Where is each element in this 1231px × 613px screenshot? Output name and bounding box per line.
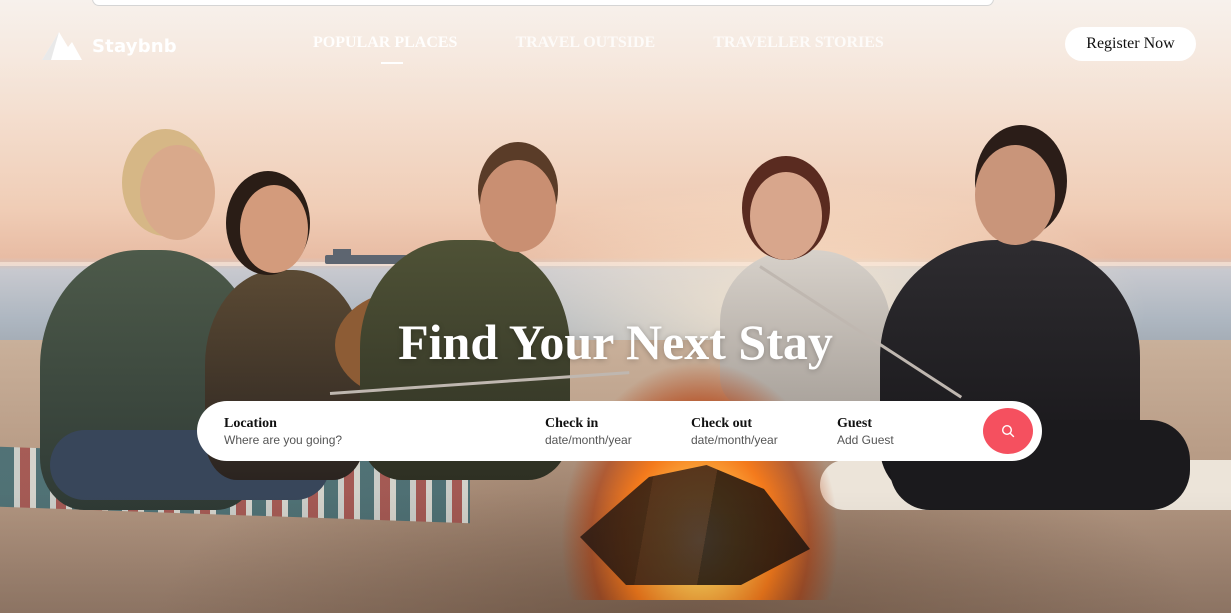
nav-popular-places-label: POPULAR PLACES xyxy=(313,34,458,51)
mountain-logo-icon xyxy=(42,32,82,60)
main-nav: POPULAR PLACES TRAVEL OUTSIDE TRAVELLER … xyxy=(313,34,884,64)
location-label: Location xyxy=(224,416,277,431)
nav-traveller-stories-label: TRAVELLER STORIES xyxy=(713,34,884,51)
browser-url-strip xyxy=(92,0,994,6)
guest-field[interactable]: Guest Add Guest xyxy=(837,416,894,448)
nav-travel-outside[interactable]: TRAVEL OUTSIDE xyxy=(515,34,655,52)
guest-label: Guest xyxy=(837,416,872,431)
check-in-label: Check in xyxy=(545,416,599,431)
check-out-label: Check out xyxy=(691,416,753,431)
search-button[interactable] xyxy=(983,408,1033,454)
search-bar: Location Where are you going? Check in d… xyxy=(197,401,1042,461)
nav-traveller-stories[interactable]: TRAVELLER STORIES xyxy=(713,34,884,52)
brand-logo[interactable]: Staybnb xyxy=(42,30,177,62)
nav-popular-places[interactable]: POPULAR PLACES xyxy=(313,34,458,64)
guest-placeholder: Add Guest xyxy=(837,433,894,447)
hero-title: Find Your Next Stay xyxy=(398,314,833,370)
register-now-button[interactable]: Register Now xyxy=(1065,27,1196,61)
active-nav-indicator xyxy=(381,62,403,64)
nav-travel-outside-label: TRAVEL OUTSIDE xyxy=(515,34,656,51)
check-in-placeholder: date/month/year xyxy=(545,433,632,447)
image-overlay xyxy=(0,0,1231,613)
check-out-placeholder: date/month/year xyxy=(691,433,778,447)
hero-background-image xyxy=(0,0,1231,613)
location-field[interactable]: Location Where are you going? xyxy=(224,416,342,448)
brand-name: Staybnb xyxy=(92,35,177,57)
check-in-field[interactable]: Check in date/month/year xyxy=(545,416,632,448)
check-out-field[interactable]: Check out date/month/year xyxy=(691,416,778,448)
location-placeholder: Where are you going? xyxy=(224,433,343,447)
search-icon xyxy=(1001,424,1015,438)
